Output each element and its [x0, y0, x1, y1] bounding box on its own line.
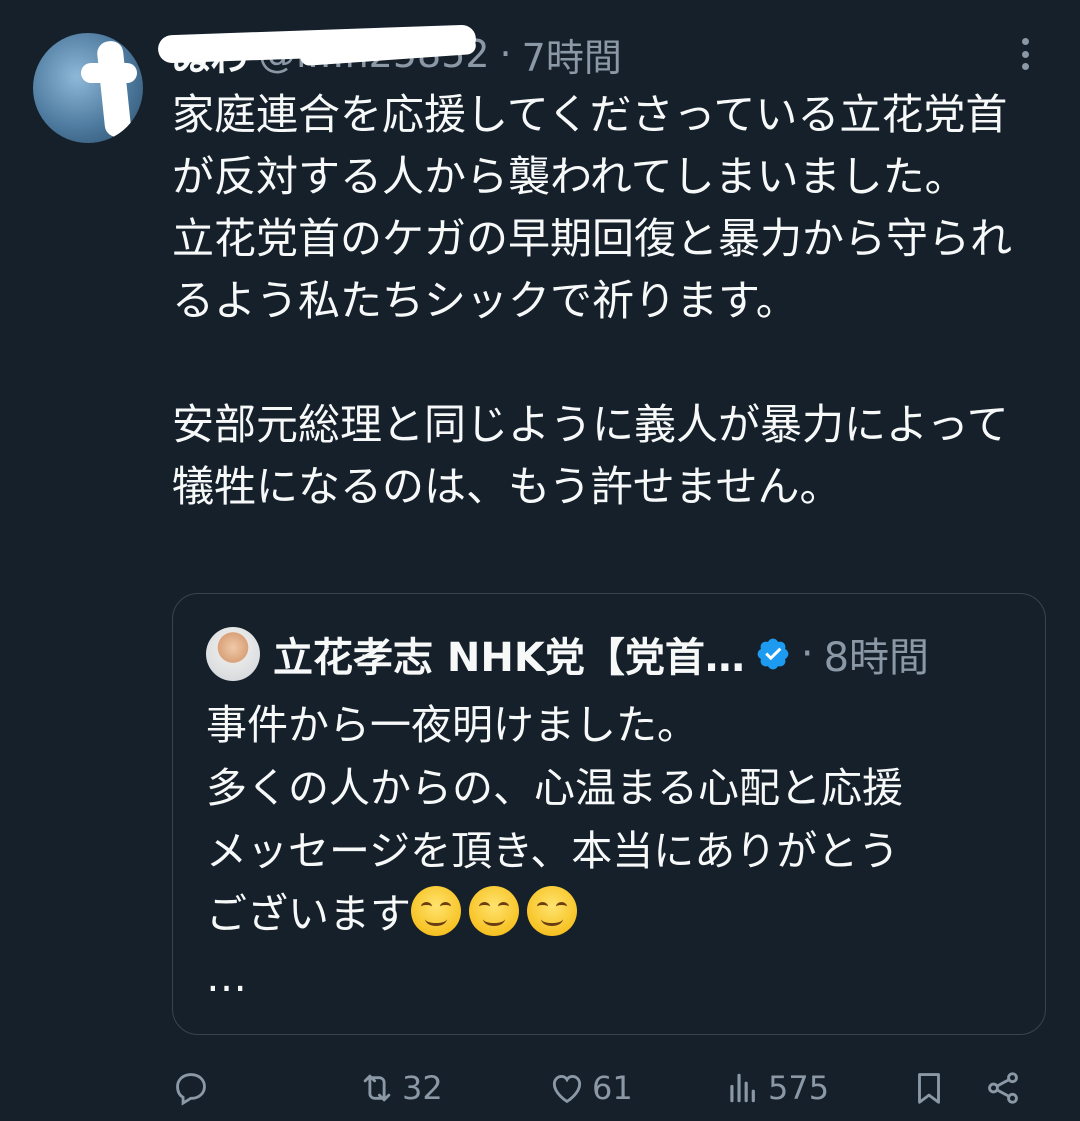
share-button[interactable] — [984, 1066, 1022, 1110]
quoted-tweet[interactable]: 立花孝志 NHK党【党首… · 8時間 事件から一夜明けました。 多くの人からの… — [172, 593, 1046, 1035]
reply-icon — [176, 1073, 206, 1106]
retweet-button[interactable]: 32 — [358, 1066, 443, 1110]
reply-button[interactable] — [172, 1066, 210, 1110]
avatar-redaction-mark — [81, 63, 137, 83]
more-icon[interactable] — [1008, 34, 1042, 74]
separator-dot: · — [800, 631, 814, 677]
quoted-author-avatar[interactable] — [206, 627, 260, 681]
quoted-author-name[interactable]: 立花孝志 NHK党【党首… — [273, 625, 745, 683]
smiling-face-emoji — [411, 886, 461, 936]
quoted-text-line: ございます — [206, 890, 411, 938]
like-count: 61 — [592, 1069, 633, 1107]
tweet-actions: 32 61 575 — [172, 1060, 1032, 1114]
tweet-text: 家庭連合を応援してくださっている立花党首が反対する人から襲われてしまいました。 … — [172, 90, 1013, 511]
author-avatar[interactable] — [33, 33, 143, 143]
avatar-redaction-mark — [96, 39, 132, 139]
quoted-text-more: … — [206, 953, 247, 1001]
retweet-icon — [363, 1074, 391, 1102]
bookmark-button[interactable] — [910, 1066, 948, 1110]
like-icon — [552, 1075, 582, 1104]
tweet: ぬわ @i…h25852 · 7時間 家庭連合を応援してくださっている立花党首が… — [0, 0, 1080, 1121]
bookmark-icon — [918, 1073, 940, 1104]
separator-dot: · — [499, 32, 512, 76]
tweet-timestamp[interactable]: 7時間 — [522, 27, 622, 82]
quoted-tweet-timestamp[interactable]: 8時間 — [824, 625, 929, 683]
quoted-text-line: 多くの人からの、心温まる心配と応援 — [206, 764, 903, 812]
quoted-tweet-text: 事件から一夜明けました。 多くの人からの、心温まる心配と応援 メッセージを頂き、… — [206, 694, 1026, 1009]
like-button[interactable]: 61 — [548, 1066, 633, 1110]
quoted-tweet-header: 立花孝志 NHK党【党首… · 8時間 — [273, 624, 929, 684]
views-button[interactable]: 575 — [724, 1066, 829, 1110]
retweet-count: 32 — [402, 1069, 443, 1107]
views-icon — [730, 1073, 755, 1103]
quoted-text-line: 事件から一夜明けました。 — [206, 701, 698, 749]
quoted-text-line: メッセージを頂き、本当にありがとう — [206, 827, 900, 875]
smiling-face-emoji — [527, 886, 577, 936]
smiling-face-emoji — [469, 886, 519, 936]
verified-icon — [757, 638, 789, 670]
share-icon — [988, 1072, 1018, 1104]
view-count: 575 — [768, 1069, 830, 1107]
